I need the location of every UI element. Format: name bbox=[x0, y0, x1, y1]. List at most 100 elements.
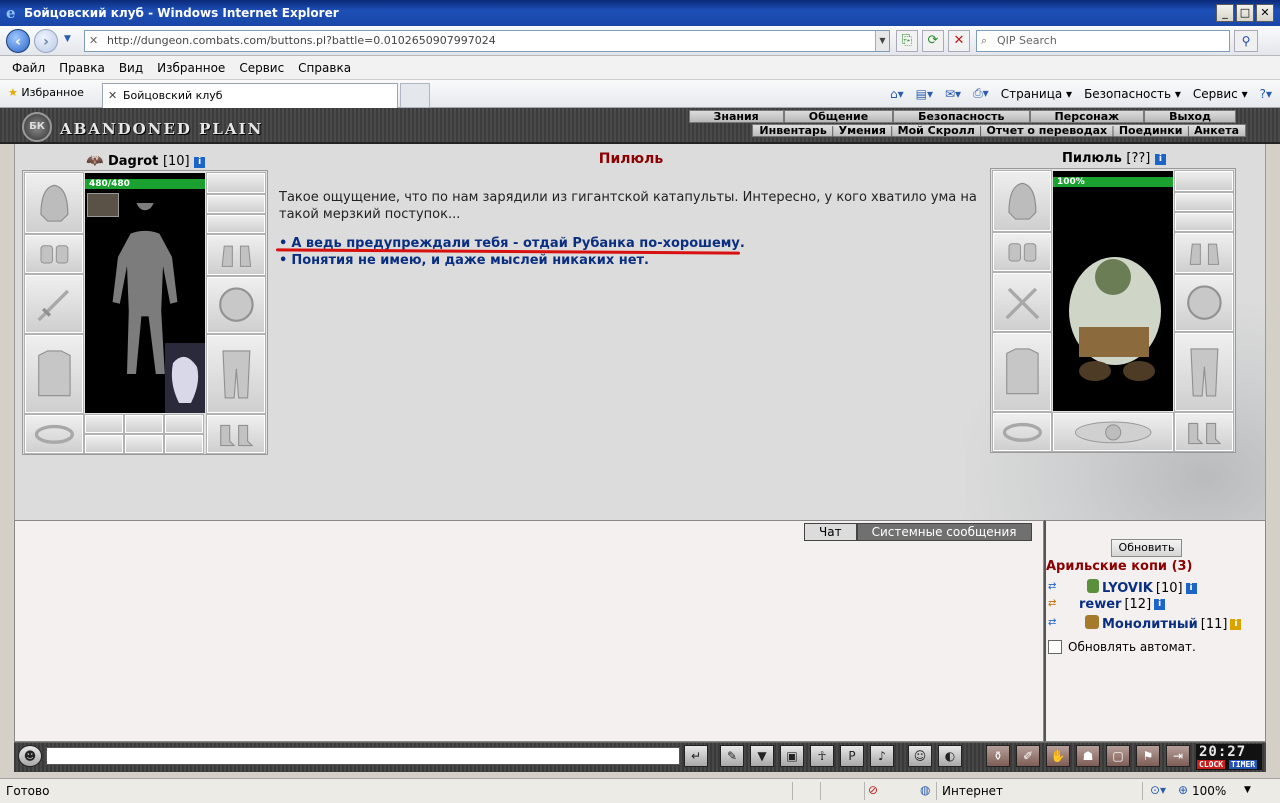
pet-owl-icon[interactable] bbox=[165, 343, 205, 413]
fighter-icon[interactable]: ☥ bbox=[810, 745, 834, 767]
player-name[interactable]: Dagrot bbox=[108, 154, 158, 169]
dialog-answer-2[interactable]: • Понятия не имею, и даже мыслей никаких … bbox=[279, 253, 649, 268]
amulet-slot[interactable] bbox=[206, 194, 266, 214]
private-message-icon[interactable]: ⇄ bbox=[1048, 617, 1072, 631]
beast-icon[interactable]: ☗ bbox=[1076, 745, 1100, 767]
sound-icon[interactable]: ♪ bbox=[870, 745, 894, 767]
refresh-icon[interactable]: ⟳ bbox=[922, 30, 944, 52]
save-log-icon[interactable]: ▣ bbox=[780, 745, 804, 767]
zoom-dropdown-icon[interactable]: ▼ bbox=[1244, 785, 1251, 795]
private-message-icon[interactable]: ⇄ bbox=[1048, 598, 1072, 612]
menu-communication[interactable]: Общение bbox=[783, 110, 894, 123]
menu-file[interactable]: Файл bbox=[12, 61, 45, 75]
rings-slot[interactable] bbox=[206, 214, 266, 234]
menu-edit[interactable]: Правка bbox=[59, 61, 105, 75]
user-info-icon[interactable]: i bbox=[1185, 582, 1197, 594]
back-button[interactable]: ‹ bbox=[6, 29, 30, 53]
stop-icon[interactable]: ✕ bbox=[948, 30, 970, 52]
forward-button[interactable]: › bbox=[34, 29, 58, 53]
search-button[interactable]: ⚲ bbox=[1234, 30, 1258, 52]
online-user-name[interactable]: Монолитный bbox=[1102, 617, 1198, 632]
gloves-slot[interactable] bbox=[206, 234, 266, 276]
helmet-slot[interactable] bbox=[24, 172, 84, 234]
help-icon[interactable]: ?▾ bbox=[1260, 87, 1272, 101]
submenu-transfers[interactable]: Отчет о переводах bbox=[986, 124, 1107, 137]
tab-system-messages[interactable]: Системные сообщения bbox=[856, 523, 1032, 541]
rune-slot-3[interactable] bbox=[164, 414, 204, 434]
cmd-tools[interactable]: Сервис ▾ bbox=[1193, 87, 1248, 101]
scroll-slot-1[interactable] bbox=[84, 434, 124, 454]
scroll-slot-2[interactable] bbox=[124, 434, 164, 454]
scroll-slot-3[interactable] bbox=[164, 434, 204, 454]
search-input[interactable]: ⌕ QIP Search bbox=[976, 30, 1230, 52]
menu-view[interactable]: Вид bbox=[119, 61, 143, 75]
zoom-icon[interactable]: ⊕ bbox=[1178, 783, 1188, 797]
send-icon[interactable]: ↵ bbox=[684, 745, 708, 767]
submenu-inventory[interactable]: Инвентарь bbox=[759, 124, 826, 137]
favorites-button[interactable]: ★ Избранное bbox=[8, 86, 84, 99]
smiley-head-icon[interactable]: ☻ bbox=[18, 745, 42, 767]
menu-character[interactable]: Персонаж bbox=[1029, 110, 1145, 123]
popup-blocker-icon[interactable]: ⊘ bbox=[868, 783, 878, 797]
rune-slot-1[interactable] bbox=[84, 414, 124, 434]
menu-security[interactable]: Безопасность bbox=[893, 110, 1030, 123]
menu-exit[interactable]: Выход bbox=[1144, 110, 1236, 123]
pl-icon[interactable]: P bbox=[840, 745, 864, 767]
tab-chat[interactable]: Чат bbox=[804, 523, 857, 541]
boots-slot[interactable] bbox=[206, 414, 266, 454]
bag-icon[interactable]: ⚱ bbox=[986, 745, 1010, 767]
clan-chat-icon[interactable]: ◐ bbox=[938, 745, 962, 767]
rune-slot-2[interactable] bbox=[124, 414, 164, 434]
close-button[interactable]: ✕ bbox=[1256, 4, 1274, 22]
npc-name[interactable]: Пилюль bbox=[1062, 151, 1122, 166]
print-icon[interactable]: ⎙▾ bbox=[973, 86, 989, 101]
eraser-icon[interactable]: ✎ bbox=[720, 745, 744, 767]
protected-mode-icon[interactable]: ⊙▾ bbox=[1150, 783, 1166, 797]
npc-info-icon[interactable]: i bbox=[1154, 154, 1166, 165]
user-info-icon[interactable]: i bbox=[1154, 599, 1166, 610]
mail-icon[interactable]: ✉▾ bbox=[945, 87, 961, 101]
compatibility-icon[interactable]: ⎘ bbox=[896, 30, 918, 52]
menu-tools[interactable]: Сервис bbox=[239, 61, 284, 75]
home-icon[interactable]: ⌂▾ bbox=[890, 87, 904, 101]
browser-tab-active[interactable]: ✕ Бойцовский клуб bbox=[102, 83, 398, 108]
submenu-skills[interactable]: Умения bbox=[839, 124, 886, 137]
shield-slot[interactable] bbox=[206, 276, 266, 334]
online-user-name[interactable]: rewer bbox=[1079, 597, 1121, 612]
submenu-scroll[interactable]: Мой Скролл bbox=[898, 124, 975, 137]
player-info-icon[interactable]: i bbox=[194, 157, 206, 168]
scroll-icon[interactable]: ✐ bbox=[1016, 745, 1040, 767]
maximize-button[interactable]: □ bbox=[1236, 4, 1254, 22]
recent-pages-dropdown-icon[interactable]: ▼ bbox=[64, 34, 71, 44]
new-tab-button[interactable] bbox=[400, 83, 430, 108]
exit-icon[interactable]: ⇥ bbox=[1166, 745, 1190, 767]
filter-icon[interactable]: ▼ bbox=[750, 745, 774, 767]
timer-label[interactable]: TIMER bbox=[1229, 760, 1258, 769]
zoom-level[interactable]: 100% bbox=[1192, 784, 1226, 798]
address-field[interactable]: ✕ http://dungeon.combats.com/buttons.pl?… bbox=[84, 30, 890, 52]
smiles-icon[interactable]: ☺ bbox=[908, 745, 932, 767]
cmd-safety[interactable]: Безопасность ▾ bbox=[1084, 87, 1181, 101]
chat-log[interactable] bbox=[14, 520, 1044, 742]
submenu-profile[interactable]: Анкета bbox=[1194, 124, 1239, 137]
armor-slot[interactable] bbox=[24, 334, 84, 414]
menu-knowledge[interactable]: Знания bbox=[688, 110, 784, 123]
online-user-name[interactable]: LYOVIK bbox=[1102, 581, 1153, 596]
weapon-slot[interactable] bbox=[24, 274, 84, 334]
flag-icon[interactable]: ⚑ bbox=[1136, 745, 1160, 767]
auto-refresh-checkbox[interactable] bbox=[1048, 640, 1062, 654]
refresh-button[interactable]: Обновить bbox=[1111, 539, 1182, 557]
lock-icon[interactable]: ▢ bbox=[1106, 745, 1130, 767]
minimize-button[interactable]: _ bbox=[1216, 4, 1234, 22]
cmd-page[interactable]: Страница ▾ bbox=[1001, 87, 1072, 101]
chat-input[interactable] bbox=[46, 747, 680, 765]
clock-label[interactable]: CLOCK bbox=[1197, 760, 1226, 769]
address-dropdown-icon[interactable]: ▼ bbox=[875, 31, 889, 51]
menu-help[interactable]: Справка bbox=[298, 61, 351, 75]
bracers-slot[interactable] bbox=[24, 234, 84, 274]
belt-slot[interactable] bbox=[24, 414, 84, 454]
hand-icon[interactable]: ✋ bbox=[1046, 745, 1070, 767]
user-info-icon[interactable]: i bbox=[1230, 618, 1242, 630]
submenu-fights[interactable]: Поединки bbox=[1119, 124, 1183, 137]
private-message-icon[interactable]: ⇄ bbox=[1048, 581, 1072, 595]
